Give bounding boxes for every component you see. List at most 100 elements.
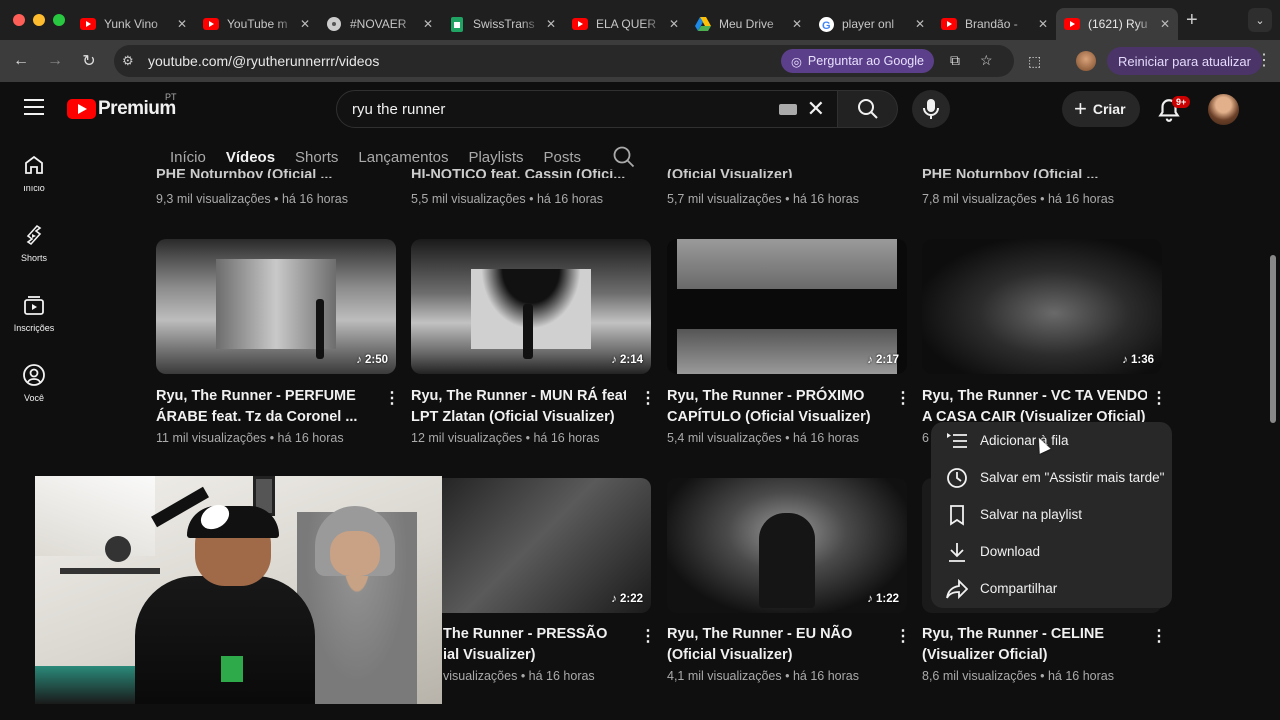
forward-button[interactable]: → bbox=[38, 52, 72, 70]
arrow-left-icon: ← bbox=[13, 52, 29, 69]
browser-tab[interactable]: Brandão - ✕ bbox=[933, 8, 1056, 40]
tab-search-button[interactable]: ⌄ bbox=[1248, 8, 1272, 32]
video-meta: 7,8 mil visualizações • há 16 horas bbox=[922, 192, 1114, 206]
notification-badge: 9+ bbox=[1172, 96, 1191, 108]
close-window-button[interactable] bbox=[13, 14, 25, 26]
queue-icon bbox=[946, 430, 968, 452]
sidebar-item-subscriptions[interactable]: Inscrições bbox=[0, 276, 68, 346]
video-title[interactable]: Ryu, The Runner - PRÓXIMO CAPÍTULO (Ofici… bbox=[667, 386, 882, 428]
close-tab-icon[interactable]: ✕ bbox=[669, 17, 679, 31]
menu-item-label: Compartilhar bbox=[980, 581, 1058, 596]
tab-shorts[interactable]: Shorts bbox=[295, 143, 338, 172]
video-title[interactable]: Ryu, The Runner - CELINE (Visualizer Ofic… bbox=[922, 624, 1137, 666]
voice-search-button[interactable] bbox=[912, 90, 950, 128]
search-icon[interactable] bbox=[613, 146, 635, 168]
new-tab-button[interactable]: + bbox=[1186, 9, 1198, 32]
tab-releases[interactable]: Lançamentos bbox=[358, 143, 448, 172]
tab-videos[interactable]: Vídeos bbox=[226, 143, 275, 172]
video-thumbnail[interactable]: ♪ 1:22 bbox=[667, 478, 907, 613]
back-button[interactable]: ← bbox=[4, 52, 38, 70]
video-title[interactable]: Ryu, The Runner - MUN RÁ feat. LPT Zlatan… bbox=[411, 386, 626, 428]
video-meta: 6 bbox=[922, 431, 929, 445]
video-thumbnail[interactable]: ♪ 2:14 bbox=[411, 239, 651, 374]
youtube-premium-logo[interactable]: Premium PT bbox=[67, 92, 177, 120]
browser-tab[interactable]: YouTube m ✕ bbox=[195, 8, 318, 40]
search-button[interactable] bbox=[838, 90, 898, 128]
close-tab-icon[interactable]: ✕ bbox=[792, 17, 802, 31]
menu-item-save-playlist[interactable]: Salvar na playlist bbox=[931, 496, 1172, 533]
ask-google-button[interactable]: ◎ Perguntar ao Google bbox=[781, 49, 934, 73]
browser-tab[interactable]: Yunk Vino ✕ bbox=[72, 8, 195, 40]
video-title[interactable]: Ryu, The Runner - EU NÃO (Oficial Visuali… bbox=[667, 624, 882, 666]
menu-item-download[interactable]: Download bbox=[931, 533, 1172, 570]
menu-item-share[interactable]: Compartilhar bbox=[931, 570, 1172, 607]
video-meta: 5,4 mil visualizações • há 16 horas bbox=[667, 431, 859, 445]
video-thumbnail[interactable]: ♪ 1:36 bbox=[922, 239, 1162, 374]
search-box[interactable]: ryu the runner ✕ bbox=[336, 90, 838, 128]
close-tab-icon[interactable]: ✕ bbox=[915, 17, 925, 31]
subscriptions-icon bbox=[24, 296, 44, 315]
close-tab-icon[interactable]: ✕ bbox=[177, 17, 187, 31]
close-tab-icon[interactable]: ✕ bbox=[1160, 17, 1170, 31]
tab-home[interactable]: Início bbox=[170, 143, 206, 172]
browser-tab-strip: Yunk Vino ✕ YouTube m ✕ #NOVAER ✕ SwissTran… bbox=[0, 0, 1280, 40]
video-options-icon[interactable]: ⋮ bbox=[1151, 626, 1167, 646]
video-thumbnail[interactable]: ♪ 2:50 bbox=[156, 239, 396, 374]
create-button[interactable]: + Criar bbox=[1062, 91, 1140, 127]
video-title[interactable]: Ryu, The Runner - PERFUME ÁRABE feat. Tz … bbox=[156, 386, 371, 428]
restart-label: Reiniciar para atualizar bbox=[1118, 53, 1251, 69]
browser-tab-active[interactable]: (1621) Ryu ✕ bbox=[1056, 8, 1178, 40]
install-app-icon[interactable]: ⧉ bbox=[950, 52, 960, 69]
browser-tab[interactable]: ELA QUER ✕ bbox=[564, 8, 687, 40]
tab-playlists[interactable]: Playlists bbox=[468, 143, 523, 172]
tab-posts[interactable]: Posts bbox=[543, 143, 581, 172]
maximize-window-button[interactable] bbox=[53, 14, 65, 26]
close-tab-icon[interactable]: ✕ bbox=[300, 17, 310, 31]
arrow-right-icon: → bbox=[47, 52, 63, 69]
close-tab-icon[interactable]: ✕ bbox=[423, 17, 433, 31]
keyboard-icon[interactable] bbox=[778, 103, 797, 115]
extensions-icon[interactable]: ⬚ bbox=[1028, 53, 1041, 70]
browser-tab[interactable]: SwissTrans ✕ bbox=[441, 8, 564, 40]
menu-item-add-to-queue[interactable]: Adicionar à fila bbox=[931, 422, 1172, 459]
browser-profile-avatar[interactable] bbox=[1076, 51, 1096, 71]
menu-item-watch-later[interactable]: Salvar em "Assistir mais tarde" bbox=[931, 459, 1172, 496]
address-bar[interactable]: ⚙ youtube.com/@ryutherunnerrr/videos ◎ P… bbox=[114, 45, 1014, 77]
page-scrollbar[interactable] bbox=[1270, 255, 1276, 423]
restart-update-button[interactable]: Reiniciar para atualizar bbox=[1107, 47, 1262, 75]
video-thumbnail[interactable]: ♪ 2:22 bbox=[411, 478, 651, 613]
video-options-icon[interactable]: ⋮ bbox=[895, 626, 911, 646]
chevron-down-icon: ⌄ bbox=[1255, 14, 1265, 27]
browser-menu-icon[interactable]: ⋮ bbox=[1256, 50, 1272, 70]
video-meta: 8,6 mil visualizações • há 16 horas bbox=[922, 669, 1114, 683]
search-input[interactable]: ryu the runner bbox=[352, 101, 779, 118]
site-info-icon[interactable]: ⚙ bbox=[122, 53, 146, 69]
shorts-icon bbox=[26, 224, 42, 246]
video-meta: visualizações • há 16 horas bbox=[443, 669, 595, 683]
account-avatar[interactable] bbox=[1208, 94, 1239, 125]
browser-tab[interactable]: Meu Drive ✕ bbox=[687, 8, 810, 40]
video-options-icon[interactable]: ⋮ bbox=[1151, 388, 1167, 408]
clear-search-icon[interactable]: ✕ bbox=[807, 96, 825, 122]
video-options-icon[interactable]: ⋮ bbox=[640, 388, 656, 408]
video-options-icon[interactable]: ⋮ bbox=[895, 388, 911, 408]
video-options-icon[interactable]: ⋮ bbox=[640, 626, 656, 646]
close-tab-icon[interactable]: ✕ bbox=[1038, 17, 1048, 31]
minimize-window-button[interactable] bbox=[33, 14, 45, 26]
sidebar-item-you[interactable]: Você bbox=[0, 346, 68, 416]
menu-icon[interactable] bbox=[24, 99, 44, 120]
bookmark-star-icon[interactable]: ☆ bbox=[980, 52, 993, 69]
close-tab-icon[interactable]: ✕ bbox=[546, 17, 556, 31]
sidebar-item-shorts[interactable]: Shorts bbox=[0, 206, 68, 276]
video-meta: 4,1 mil visualizações • há 16 horas bbox=[667, 669, 859, 683]
browser-tab[interactable]: Gplayer onl ✕ bbox=[810, 8, 933, 40]
youtube-icon bbox=[1064, 16, 1080, 32]
reload-button[interactable]: ↻ bbox=[72, 51, 106, 71]
tab-title: (1621) Ryu bbox=[1088, 17, 1148, 31]
menu-item-label: Salvar em "Assistir mais tarde" bbox=[980, 470, 1165, 485]
video-options-icon[interactable]: ⋮ bbox=[384, 388, 400, 408]
video-thumbnail[interactable]: ♪ 2:17 bbox=[667, 239, 907, 374]
sidebar-item-home[interactable]: Início bbox=[0, 136, 68, 206]
browser-tab[interactable]: #NOVAER ✕ bbox=[318, 8, 441, 40]
video-title[interactable]: The Runner - PRESSÃO ial Visualizer) bbox=[443, 624, 628, 666]
